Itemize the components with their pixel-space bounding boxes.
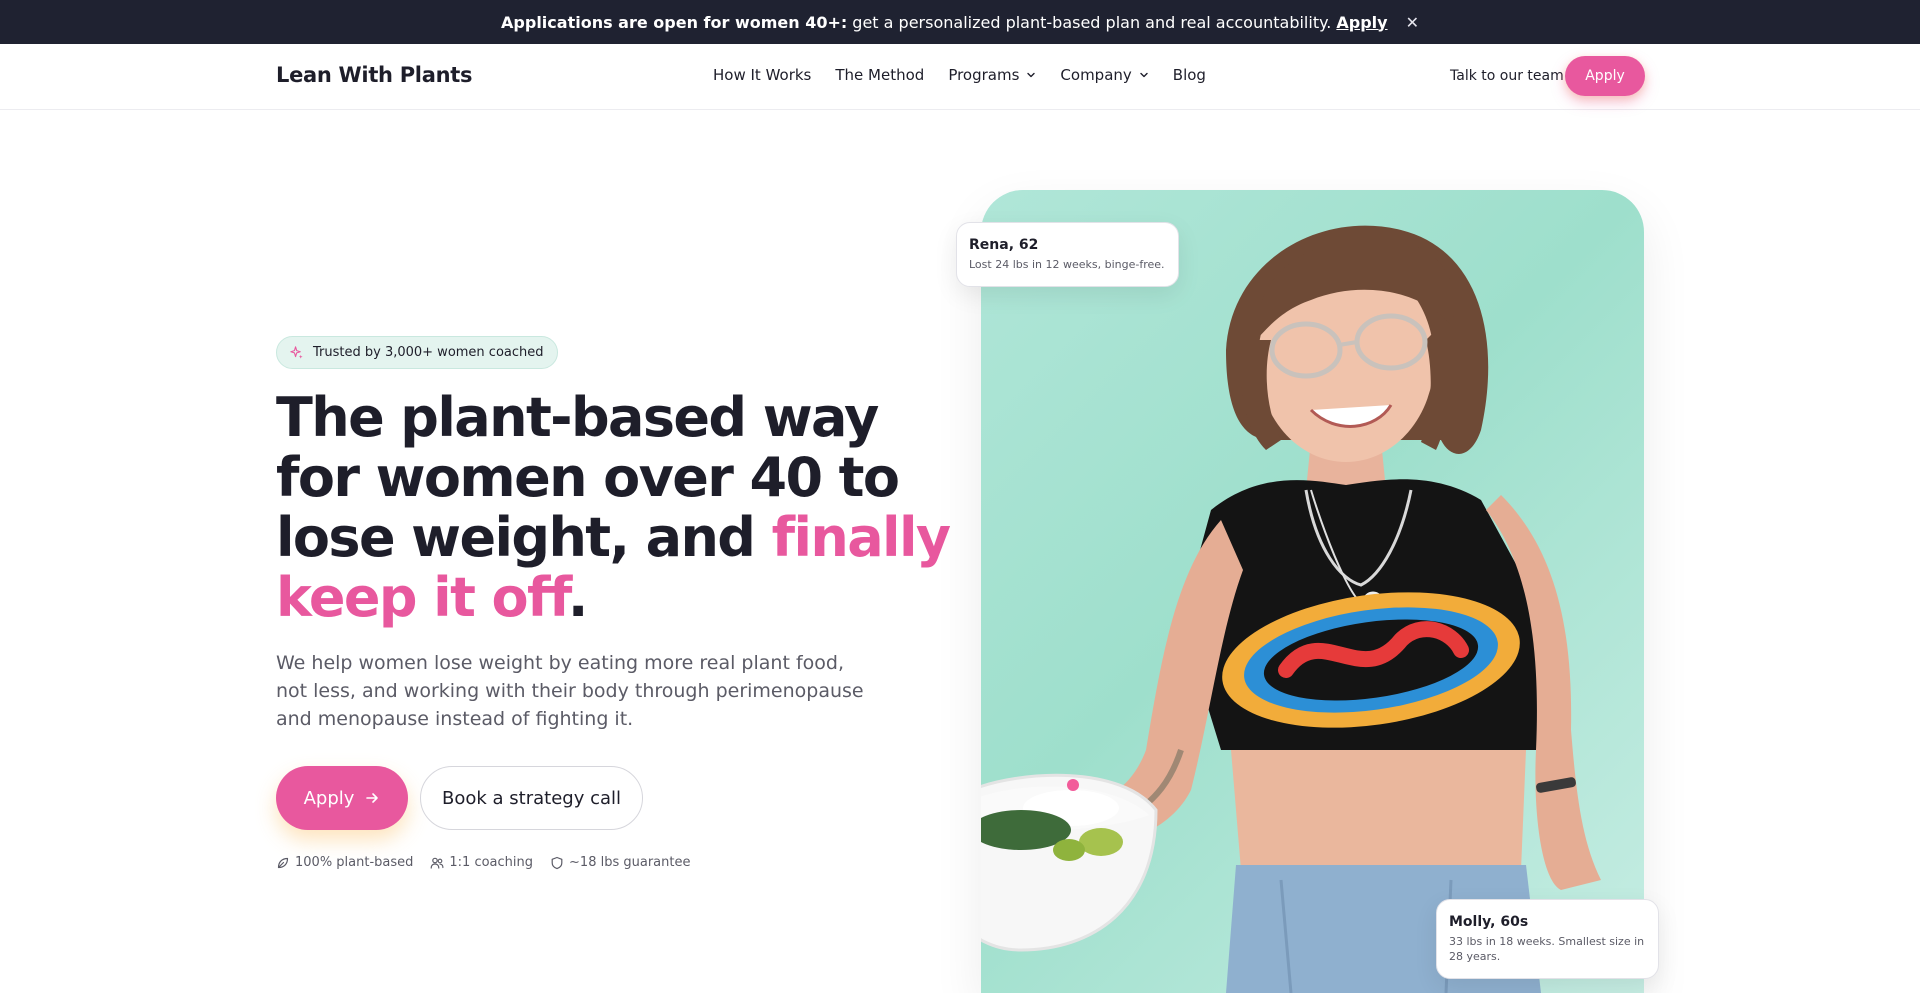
hero-subtext: We help women lose weight by eating more… <box>276 652 864 730</box>
talk-to-team-link[interactable]: Talk to our team <box>1450 68 1564 84</box>
chevron-down-icon <box>1027 72 1036 78</box>
announcement-text: get a personalized plant-based plan and … <box>852 12 1332 32</box>
leaf-icon <box>277 857 289 868</box>
book-strategy-call-button[interactable]: Book a strategy call <box>420 766 643 830</box>
nav-label: The Method <box>835 66 925 84</box>
nav-company[interactable]: Company <box>1060 66 1148 84</box>
chevron-down-icon <box>1140 72 1148 78</box>
headline-period: . <box>567 566 589 629</box>
main-nav: How It Works The Method Programs Company… <box>713 66 1206 84</box>
nav-label: Company <box>1060 66 1132 84</box>
feature-list: 100% plant-based 1:1 coaching ~18 lbs gu… <box>276 855 690 870</box>
woman-with-bowl-illustration <box>981 225 1601 993</box>
testimonial-text: 33 lbs in 18 weeks. Smallest size in 28 … <box>1449 935 1645 963</box>
testimonial-name: Molly, 60s <box>1449 914 1529 930</box>
nav-blog[interactable]: Blog <box>1173 66 1206 84</box>
testimonial-card-rena: Rena, 62 Lost 24 lbs in 12 weeks, binge-… <box>956 222 1179 287</box>
hero-photo <box>981 190 1644 993</box>
testimonial-name: Rena, 62 <box>969 237 1039 253</box>
testimonial-text: Lost 24 lbs in 12 weeks, binge-free. <box>969 258 1165 271</box>
nav-the-method[interactable]: The Method <box>835 66 924 84</box>
nav-how-it-works[interactable]: How It Works <box>713 66 811 84</box>
nav-label: Blog <box>1172 66 1206 84</box>
nav-label: How It Works <box>713 66 812 84</box>
users-icon <box>431 857 444 869</box>
announcement-apply-link[interactable]: Apply <box>1336 13 1387 32</box>
feature-label: 100% plant-based <box>295 855 414 870</box>
feature-coaching: 1:1 coaching <box>430 855 533 870</box>
site-header: Lean With Plants How It Works The Method… <box>0 44 1920 110</box>
feature-label: 1:1 coaching <box>449 855 534 870</box>
announcement-bold-text: Applications are open for women 40+: <box>501 12 848 32</box>
testimonial-card-molly: Molly, 60s 33 lbs in 18 weeks. Smallest … <box>1436 899 1659 979</box>
apply-label: Apply <box>303 787 355 809</box>
sparkle-icon <box>290 346 303 359</box>
feature-label: ~18 lbs guarantee <box>569 855 691 870</box>
header-apply-button[interactable]: Apply <box>1565 56 1645 96</box>
logo[interactable]: Lean With Plants <box>276 63 472 87</box>
feature-guarantee: ~18 lbs guarantee <box>550 855 690 870</box>
hero-headline: The plant-based way for women over 40 to… <box>276 388 956 628</box>
trust-badge: Trusted by 3,000+ women coached <box>276 336 558 369</box>
arrow-right-icon <box>366 793 379 803</box>
feature-plant-based: 100% plant-based <box>276 855 413 870</box>
nav-label: Programs <box>948 66 1020 84</box>
announcement-bar: Applications are open for women 40+: get… <box>0 0 1920 44</box>
nav-programs[interactable]: Programs <box>948 66 1036 84</box>
hero-apply-button[interactable]: Apply <box>276 766 408 830</box>
close-icon[interactable]: ✕ <box>1406 13 1419 32</box>
badge-label: Trusted by 3,000+ women coached <box>313 345 544 360</box>
shield-icon <box>551 856 563 869</box>
